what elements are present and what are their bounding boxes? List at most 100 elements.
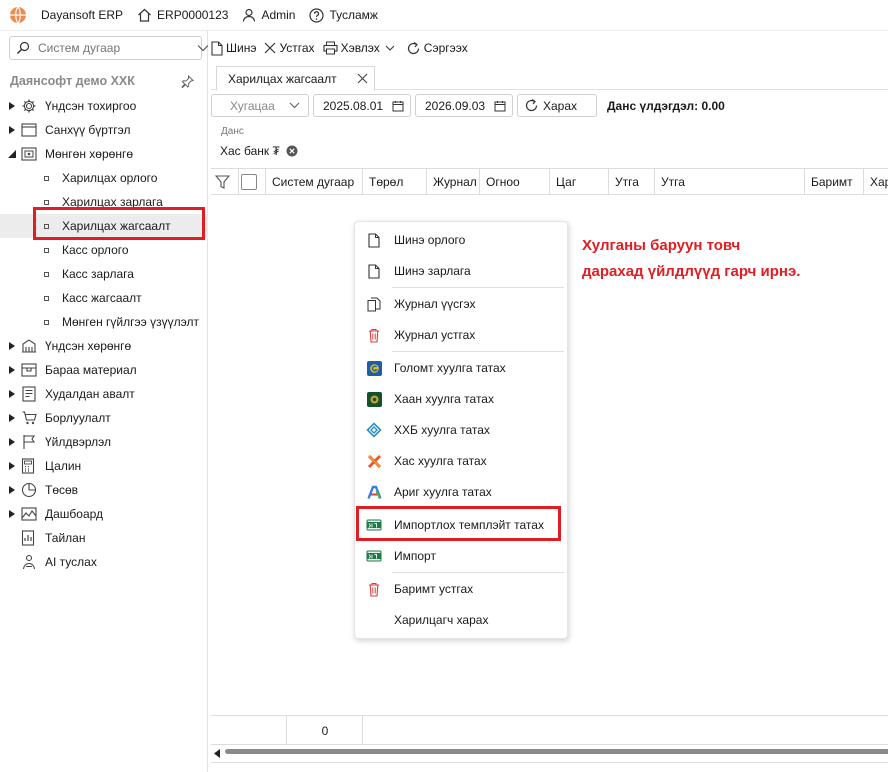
select-all-cell[interactable] (239, 169, 266, 195)
menu-item-arig-statement[interactable]: Ариг хуулга татах (355, 478, 567, 506)
pin-icon[interactable] (181, 74, 194, 88)
expand-arrow-icon[interactable] (6, 366, 18, 374)
sidebar-item-purchasing[interactable]: Худалдан авалт (0, 382, 208, 406)
expand-arrow-icon[interactable] (6, 414, 18, 422)
summary-strip (211, 762, 888, 772)
period-select[interactable]: Хугацаа (211, 94, 309, 117)
select-all-checkbox[interactable] (241, 174, 257, 190)
refresh-button-label: Сэргээх (423, 41, 468, 55)
date-to-field[interactable]: 2026.09.03 (415, 94, 513, 117)
sidebar-item-budget[interactable]: Төсөв (0, 478, 208, 502)
scrollbar-thumb[interactable] (225, 749, 888, 754)
clear-icon[interactable] (286, 145, 298, 157)
sidebar-item-production[interactable]: Үйлдвэрлэл (0, 430, 208, 454)
horizontal-scrollbar[interactable] (211, 746, 888, 758)
sidebar-item-bank-income[interactable]: Харилцах орлого (0, 166, 208, 190)
menu-item-delete-journal[interactable]: Журнал устгах (355, 321, 567, 349)
expand-arrow-icon[interactable] (6, 462, 18, 470)
menu-item-khan-statement[interactable]: Хаан хуулга татах (355, 385, 567, 413)
company-code-label: ERP0000123 (157, 8, 229, 22)
expand-arrow-icon[interactable] (6, 342, 18, 350)
filter-icon[interactable] (215, 175, 230, 189)
column-header[interactable]: Баримт (805, 169, 864, 195)
sidebar-item-inventory[interactable]: Бараа материал (0, 358, 208, 382)
sales-icon (21, 410, 41, 426)
system-number-search[interactable] (9, 36, 209, 60)
column-header[interactable]: Журнал (427, 169, 480, 195)
sidebar-item-label: Санхүү бүртгэл (45, 123, 131, 137)
sidebar-item-label: Борлуулалт (45, 411, 111, 425)
expand-arrow-icon[interactable] (6, 126, 18, 134)
xac-bank-icon (365, 454, 383, 469)
tab-bank-list[interactable]: Харилцах жагсаалт (216, 66, 375, 91)
sidebar-item-fixed-assets[interactable]: Үндсэн хөрөнгө (0, 334, 208, 358)
delete-button[interactable]: Устгах (264, 41, 315, 55)
gear-icon (21, 98, 41, 114)
sidebar-item-report[interactable]: Тайлан (0, 526, 208, 550)
sidebar-item-basic-settings[interactable]: Үндсэн тохиргоо (0, 94, 208, 118)
menu-item-import[interactable]: Импорт (355, 542, 567, 570)
sidebar-item-cash-expense[interactable]: Касс зарлага (0, 262, 208, 286)
new-button-label: Шинэ (226, 41, 257, 55)
sidebar-item-finance[interactable]: Санхүү бүртгэл (0, 118, 208, 142)
chevron-down-icon[interactable] (385, 45, 395, 52)
column-header[interactable]: Цаг (550, 169, 609, 195)
refresh-icon (524, 98, 539, 113)
chevron-down-icon[interactable] (197, 44, 209, 52)
calendar-icon[interactable] (494, 100, 506, 112)
menu-item-label: Баримт устгах (394, 582, 474, 596)
sidebar-item-dashboard[interactable]: Дашбоард (0, 502, 208, 526)
sidebar-item-cash-flow-indicator[interactable]: Мөнген гүйлгээ үзүүлэлт (0, 310, 208, 334)
expand-arrow-icon[interactable] (6, 510, 18, 518)
account-chip: Хас банк ₮ (220, 144, 298, 158)
view-button[interactable]: Харах (517, 94, 597, 117)
expand-arrow-icon[interactable] (6, 102, 18, 110)
company-code-button[interactable]: ERP0000123 (137, 8, 228, 22)
sidebar-item-ai-assistant[interactable]: AI туслах (0, 550, 208, 574)
date-from-field[interactable]: 2025.08.01 (313, 94, 411, 117)
menu-item-delete-document[interactable]: Баримт устгах (355, 575, 567, 603)
collapse-arrow-icon[interactable] (6, 150, 18, 158)
menu-item-view-partner[interactable]: Харилцагч харах (355, 606, 567, 634)
refresh-button[interactable]: Сэргээх (406, 41, 468, 56)
sidebar-item-payroll[interactable]: Цалин (0, 454, 208, 478)
menu-item-tdb-statement[interactable]: ХХБ хуулга татах (355, 416, 567, 444)
filter-icon-cell[interactable] (211, 169, 239, 195)
user-label: Admin (261, 8, 296, 22)
new-button[interactable]: Шинэ (211, 40, 257, 56)
menu-item-create-journal[interactable]: Журнал үүсгэх (355, 290, 567, 318)
column-header[interactable]: Огноо (480, 169, 550, 195)
ledger-icon (21, 123, 41, 137)
search-input[interactable] (30, 41, 197, 55)
sidebar-item-cash-list[interactable]: Касс жагсаалт (0, 286, 208, 310)
menu-item-label: Журнал үүсгэх (394, 297, 476, 311)
user-button[interactable]: Admin (242, 8, 295, 22)
help-button[interactable]: Тусламж (309, 7, 378, 23)
menu-item-new-expense[interactable]: Шинэ зарлага (355, 257, 567, 285)
sidebar-item-sales[interactable]: Борлуулалт (0, 406, 208, 430)
menu-item-xac-statement[interactable]: Хас хуулга татах (355, 447, 567, 475)
close-icon[interactable] (357, 73, 368, 84)
expand-arrow-icon[interactable] (6, 486, 18, 494)
column-header[interactable]: Утга (655, 169, 805, 195)
column-header[interactable]: Хар (864, 169, 888, 195)
print-button-label: Хэвлэх (340, 41, 380, 55)
document-icon (211, 40, 223, 56)
app-name: Dayansoft ERP (41, 8, 123, 22)
sidebar-item-cash-income[interactable]: Касс орлого (0, 238, 208, 262)
menu-item-new-income[interactable]: Шинэ орлого (355, 226, 567, 254)
column-header[interactable]: Төрөл (363, 169, 427, 195)
expand-arrow-icon[interactable] (6, 390, 18, 398)
calendar-icon[interactable] (392, 100, 404, 112)
calculator-icon (21, 458, 41, 474)
column-header[interactable]: Утга (609, 169, 655, 195)
bullet-icon (40, 247, 52, 253)
menu-item-label: Шинэ зарлага (394, 264, 471, 278)
print-button[interactable]: Хэвлэх (323, 41, 398, 55)
menu-item-golomt-statement[interactable]: Голомт хуулга татах (355, 354, 567, 382)
scroll-left-icon[interactable] (214, 747, 220, 761)
column-header[interactable]: Систем дугаар (266, 169, 363, 195)
menu-item-label: Ариг хуулга татах (394, 485, 492, 499)
expand-arrow-icon[interactable] (6, 438, 18, 446)
sidebar-item-cash-assets[interactable]: Мөнгөн хөрөнгө (0, 142, 208, 166)
